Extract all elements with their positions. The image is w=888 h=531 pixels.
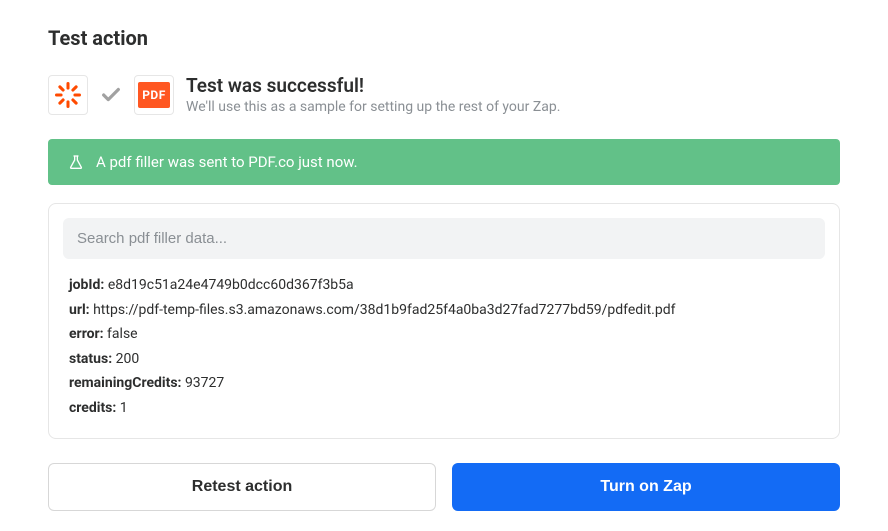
flask-icon: [68, 154, 84, 170]
pdfco-icon: PDF: [134, 75, 174, 115]
result-value: false: [104, 326, 138, 342]
result-field: url: https://pdf-temp-files.s3.amazonaws…: [69, 298, 819, 323]
result-key: jobId:: [69, 277, 104, 293]
result-value: 93727: [181, 375, 224, 391]
zapier-icon: [48, 75, 88, 115]
pdfco-icon-label: PDF: [138, 82, 170, 108]
result-key: remainingCredits:: [69, 375, 181, 391]
retest-button[interactable]: Retest action: [48, 463, 436, 511]
result-key: url:: [69, 302, 90, 318]
result-value: https://pdf-temp-files.s3.amazonaws.com/…: [90, 302, 676, 318]
result-key: error:: [69, 326, 104, 342]
success-message: A pdf filler was sent to PDF.co just now…: [96, 153, 358, 171]
result-field: error: false: [69, 322, 819, 347]
page-title: Test action: [48, 26, 840, 50]
result-field: credits: 1: [69, 396, 819, 421]
turn-on-button[interactable]: Turn on Zap: [452, 463, 840, 511]
result-field: remainingCredits: 93727: [69, 371, 819, 396]
success-banner: A pdf filler was sent to PDF.co just now…: [48, 139, 840, 185]
test-header: PDF Test was successful! We'll use this …: [48, 74, 840, 115]
test-status-subtitle: We'll use this as a sample for setting u…: [186, 99, 560, 115]
result-field: status: 200: [69, 347, 819, 372]
checkmark-icon: [100, 84, 122, 106]
result-fields: jobId: e8d19c51a24e4749b0dcc60d367f3b5au…: [63, 273, 825, 424]
result-field: jobId: e8d19c51a24e4749b0dcc60d367f3b5a: [69, 273, 819, 298]
result-value: 200: [112, 351, 139, 367]
result-value: 1: [116, 400, 127, 416]
search-input[interactable]: [63, 218, 825, 259]
result-key: credits:: [69, 400, 116, 416]
result-key: status:: [69, 351, 112, 367]
result-value: e8d19c51a24e4749b0dcc60d367f3b5a: [104, 277, 353, 293]
result-panel: jobId: e8d19c51a24e4749b0dcc60d367f3b5au…: [48, 203, 840, 439]
action-buttons: Retest action Turn on Zap: [48, 463, 840, 511]
test-status-title: Test was successful!: [186, 74, 560, 97]
